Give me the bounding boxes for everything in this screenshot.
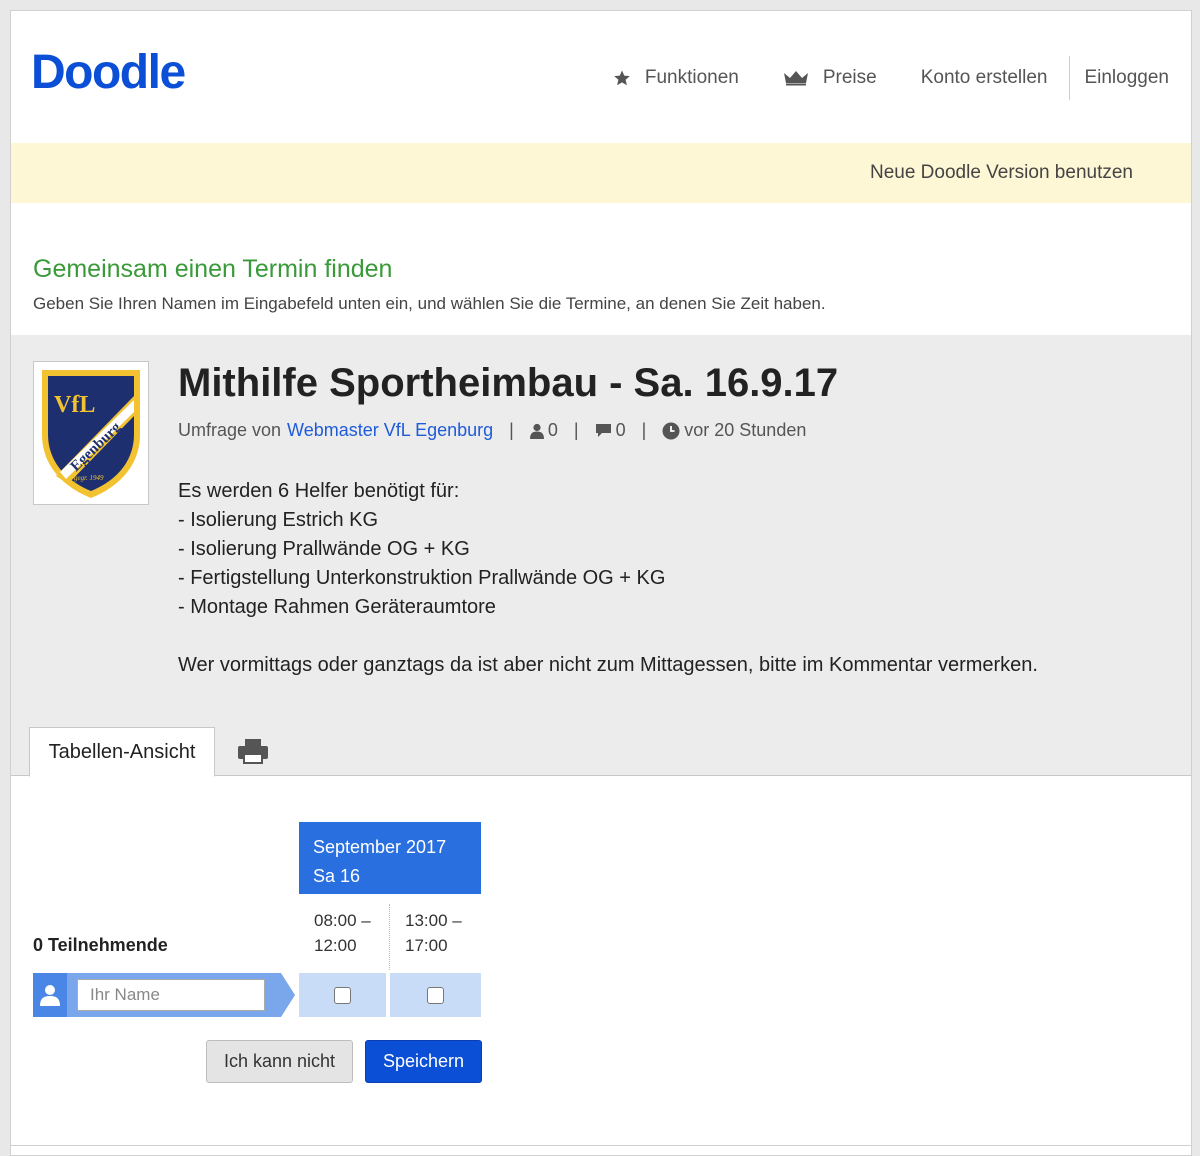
nav-konto-label: Konto erstellen [920,67,1048,88]
created-time: vor 20 Stunden [684,420,807,440]
time-slot-2-to: 17:00 [405,936,448,955]
date-column-header: September 2017 Sa 16 [299,822,481,894]
nav-einloggen-label: Einloggen [1084,67,1169,88]
star-icon [613,69,631,87]
time-slot-1-to: 12:00 [314,936,357,955]
person-icon [529,423,544,439]
slot-divider [389,904,390,970]
name-input[interactable] [77,979,265,1011]
slot-1-cell [299,973,386,1017]
participants-label: 0 Teilnehmende [33,935,168,955]
save-button[interactable]: Speichern [365,1040,482,1083]
desc-line: - Fertigstellung Unterkonstruktion Prall… [178,567,666,589]
nav-preise[interactable]: Preise [761,55,899,101]
name-entry-row [33,973,295,1017]
slot-1-checkbox[interactable] [334,986,351,1004]
desc-line: - Isolierung Prallwände OG + KG [178,538,470,560]
desc-line [178,622,1038,651]
poll-meta: Umfrage von Webmaster VfL Egenburg | 0 |… [178,420,806,441]
time-slot-2-from: 13:00 – [405,911,462,930]
footer-divider [11,1145,1191,1146]
nav-funktionen-label: Funktionen [644,67,739,88]
intro-subtitle: Geben Sie Ihren Namen im Eingabefeld unt… [33,294,826,313]
participants-meta: 0 [529,420,558,441]
poll-by-prefix: Umfrage von [178,420,282,440]
nav-konto-erstellen[interactable]: Konto erstellen [899,55,1070,101]
crest-vfl: VfL [54,392,95,418]
crest-founded: gegr. 1949 [74,474,104,482]
cant-attend-button[interactable]: Ich kann nicht [206,1040,353,1083]
poll-title: Mithilfe Sportheimbau - Sa. 16.9.17 [178,361,839,405]
desc-line: Wer vormittags oder ganztags da ist aber… [178,654,1038,676]
meta-separator: | [509,420,514,440]
slot-2-cell [390,973,481,1017]
participants-count: 0 [547,420,558,440]
name-bar-arrow [281,973,295,1017]
nav-preise-label: Preise [822,67,877,88]
poll-description: Es werden 6 Helfer benötigt für: - Isoli… [178,477,1038,680]
comments-meta: 0 [595,420,626,441]
meta-separator: | [641,420,647,440]
desc-line: Es werden 6 Helfer benötigt für: [178,480,460,502]
tab-tabellen-ansicht[interactable]: Tabellen-Ansicht [29,727,215,777]
slot-2-checkbox[interactable] [427,986,444,1004]
created-meta: vor 20 Stunden [662,420,806,441]
printer-icon[interactable] [237,738,269,769]
time-slot-1-from: 08:00 – [314,911,371,930]
day-label: Sa 16 [313,866,361,886]
comment-icon [595,424,611,437]
header: Doodle Funktionen Preise Konto erstellen… [11,11,1191,143]
new-version-link[interactable]: Neue Doodle Version benutzen [870,162,1133,184]
month-label: September 2017 [313,837,447,857]
club-crest: VfL Egenburg gegr. 1949 [33,361,149,505]
time-slot-2: 13:00 – 17:00 [405,908,462,958]
desc-line: - Isolierung Estrich KG [178,509,379,531]
nav-funktionen[interactable]: Funktionen [591,55,761,101]
desc-line: - Montage Rahmen Geräteraumtore [178,596,496,618]
nav-einloggen[interactable]: Einloggen [1070,55,1191,101]
intro-title: Gemeinsam einen Termin finden [33,255,393,283]
new-version-banner: Neue Doodle Version benutzen [11,143,1191,203]
doodle-logo[interactable]: Doodle [31,45,186,100]
top-nav: Funktionen Preise Konto erstellen Einlog… [591,55,1191,101]
time-slot-1: 08:00 – 12:00 [314,908,371,958]
user-icon [33,973,67,1017]
crown-icon [783,70,809,86]
poll-header: VfL Egenburg gegr. 1949 Mithilfe Sporthe… [11,335,1191,775]
comments-count: 0 [615,420,626,440]
page-frame: Doodle Funktionen Preise Konto erstellen… [10,10,1192,1156]
view-tabs: Tabellen-Ansicht [11,726,1191,777]
poll-author-link[interactable]: Webmaster VfL Egenburg [287,420,493,441]
intro: Gemeinsam einen Termin finden Geben Sie … [33,255,826,314]
meta-separator: | [573,420,579,440]
clock-icon [662,422,680,439]
